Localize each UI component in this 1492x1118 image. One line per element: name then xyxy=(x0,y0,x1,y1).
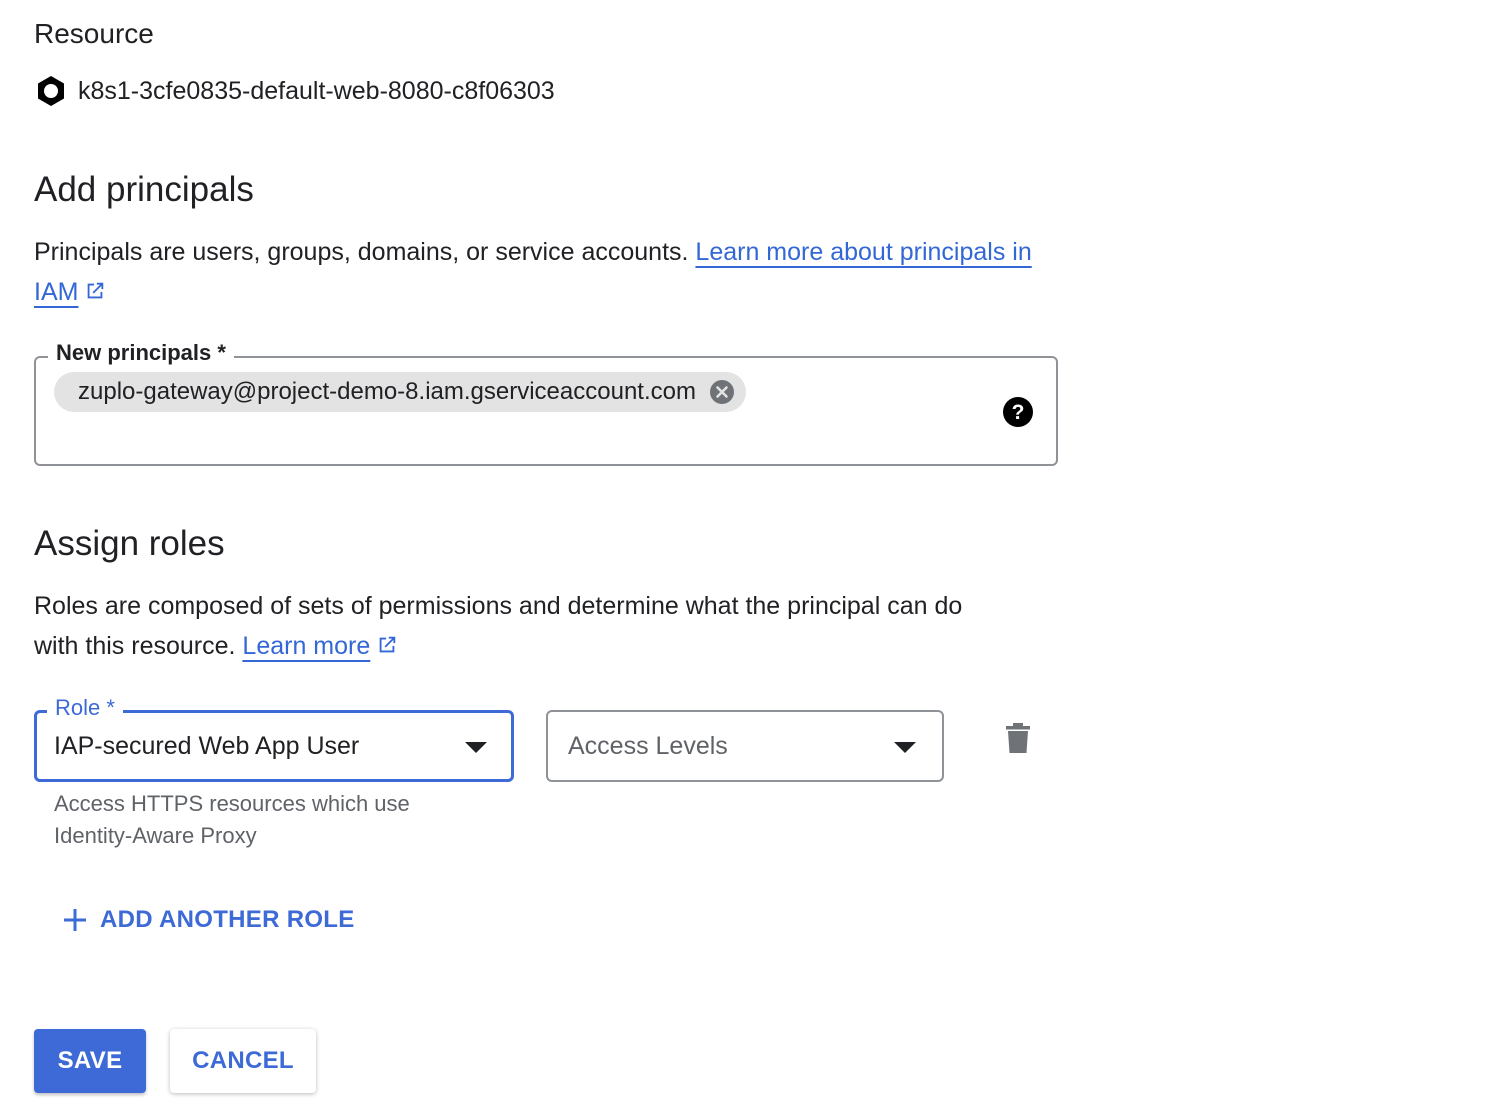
role-value: IAP-secured Web App User xyxy=(54,732,360,760)
roles-description-line2-row: with this resource. Learn more xyxy=(34,626,1074,666)
access-levels-select[interactable]: Access Levels xyxy=(546,710,944,782)
principal-chip-label: zuplo-gateway@project-demo-8.iam.gservic… xyxy=(78,378,696,405)
new-principals-field[interactable]: New principals * zuplo-gateway@project-d… xyxy=(34,340,1058,466)
svg-text:?: ? xyxy=(1012,401,1025,424)
role-select[interactable]: Role * IAP-secured Web App User xyxy=(34,695,514,782)
roles-description-line1: Roles are composed of sets of permission… xyxy=(34,592,963,620)
plus-icon xyxy=(64,909,86,931)
role-description: Access HTTPS resources which use Identit… xyxy=(54,791,410,848)
resource-row: k8s1-3cfe0835-default-web-8080-c8f06303 xyxy=(34,74,555,108)
dropdown-arrow-icon xyxy=(465,742,487,753)
external-link-icon xyxy=(379,636,396,653)
principals-description-text: Principals are users, groups, domains, o… xyxy=(34,238,689,266)
add-principals-title: Add principals xyxy=(34,170,254,209)
role-label: Role * xyxy=(47,695,123,721)
hexagon-resource-icon xyxy=(38,76,64,106)
assign-roles-title: Assign roles xyxy=(34,524,225,563)
dropdown-arrow-icon xyxy=(894,742,916,753)
assign-roles-description: Roles are composed of sets of permission… xyxy=(34,586,1074,666)
save-button[interactable]: SAVE xyxy=(34,1029,146,1093)
principal-chip[interactable]: zuplo-gateway@project-demo-8.iam.gservic… xyxy=(54,372,746,412)
add-another-role-label: ADD ANOTHER ROLE xyxy=(100,906,355,933)
trash-icon[interactable] xyxy=(1004,722,1032,754)
help-icon[interactable]: ? xyxy=(1002,396,1034,428)
resource-label: Resource xyxy=(34,18,154,49)
add-another-role-button[interactable]: ADD ANOTHER ROLE xyxy=(62,906,355,934)
cancel-button[interactable]: CANCEL xyxy=(170,1029,316,1093)
external-link-icon xyxy=(88,282,104,299)
learn-more-roles-link[interactable]: Learn more xyxy=(242,632,370,660)
roles-description-line2: with this resource. xyxy=(34,632,236,660)
access-levels-placeholder: Access Levels xyxy=(568,732,728,760)
add-principals-description: Principals are users, groups, domains, o… xyxy=(34,232,1074,312)
new-principals-label: New principals * xyxy=(48,340,234,366)
resource-name: k8s1-3cfe0835-default-web-8080-c8f06303 xyxy=(78,76,555,105)
close-circle-icon[interactable] xyxy=(708,378,736,406)
